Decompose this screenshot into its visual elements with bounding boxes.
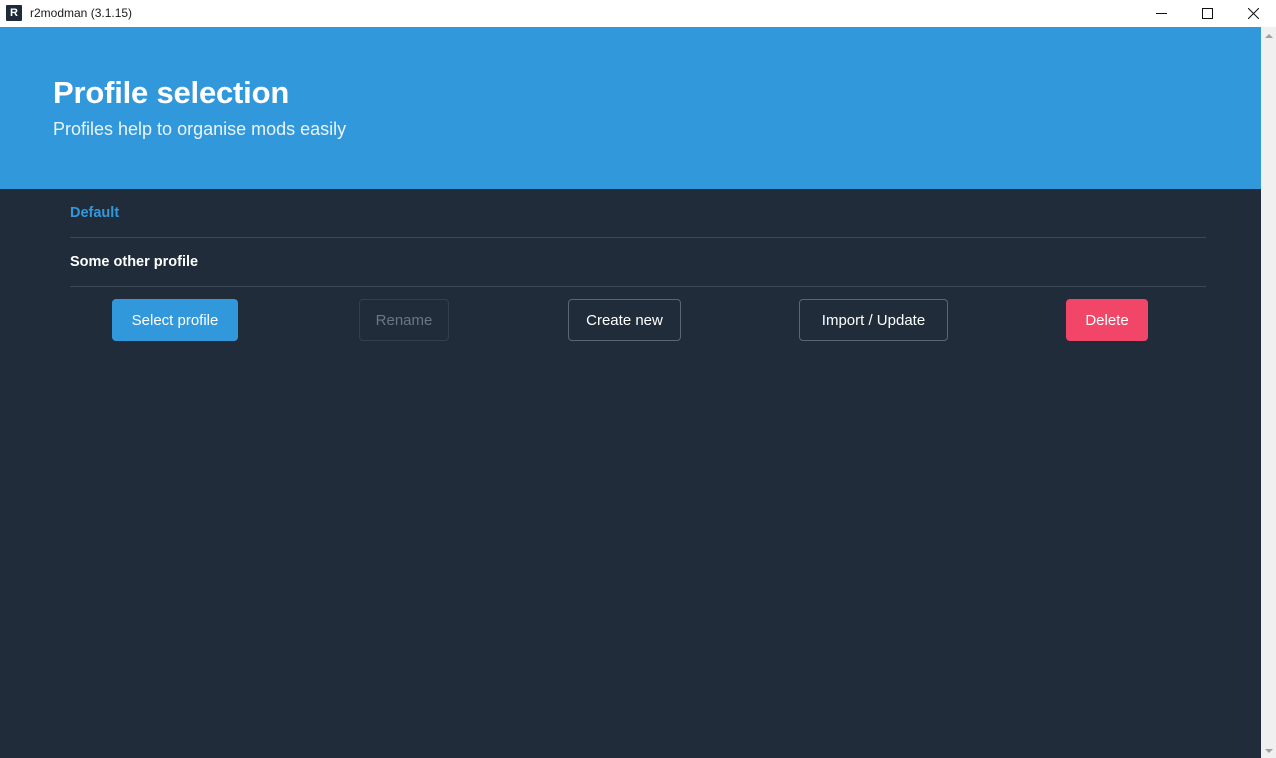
application-window: R r2modman (3.1.15) Profile selection Pr… — [0, 0, 1276, 758]
minimize-button[interactable] — [1138, 0, 1184, 26]
profile-list-item-default[interactable]: Default — [70, 189, 1206, 238]
delete-button[interactable]: Delete — [1066, 299, 1148, 341]
scroll-down-button[interactable] — [1261, 742, 1276, 758]
scrollbar-track[interactable] — [1261, 44, 1276, 742]
title-bar: R r2modman (3.1.15) — [0, 0, 1276, 27]
import-update-button[interactable]: Import / Update — [799, 299, 948, 341]
page-subtitle: Profiles help to organise mods easily — [53, 119, 347, 140]
rename-button: Rename — [359, 299, 449, 341]
title-bar-left: R r2modman (3.1.15) — [0, 5, 132, 21]
close-icon — [1247, 7, 1259, 19]
maximize-button[interactable] — [1184, 0, 1230, 26]
window-controls — [1138, 0, 1276, 26]
profile-list-item-other[interactable]: Some other profile — [70, 238, 1206, 287]
scroll-down-icon — [1264, 748, 1273, 753]
vertical-scrollbar[interactable] — [1261, 27, 1276, 758]
profile-name: Some other profile — [70, 254, 199, 270]
create-new-button[interactable]: Create new — [568, 299, 681, 341]
select-profile-button[interactable]: Select profile — [112, 299, 238, 341]
page-header: Profile selection Profiles help to organ… — [0, 27, 1261, 189]
profile-list: Default Some other profile — [0, 189, 1261, 287]
page-content: Profile selection Profiles help to organ… — [0, 27, 1261, 758]
minimize-icon — [1155, 12, 1167, 14]
profile-actions-toolbar: Select profile Rename Create new Import … — [70, 287, 1206, 357]
maximize-icon — [1201, 7, 1213, 19]
profile-name: Default — [70, 205, 120, 221]
close-button[interactable] — [1230, 0, 1276, 26]
app-icon: R — [6, 5, 22, 21]
scroll-up-icon — [1264, 33, 1273, 38]
app-viewport: Profile selection Profiles help to organ… — [0, 27, 1276, 758]
page-title: Profile selection — [53, 75, 290, 111]
scroll-up-button[interactable] — [1261, 27, 1276, 44]
window-title: r2modman (3.1.15) — [30, 6, 133, 20]
